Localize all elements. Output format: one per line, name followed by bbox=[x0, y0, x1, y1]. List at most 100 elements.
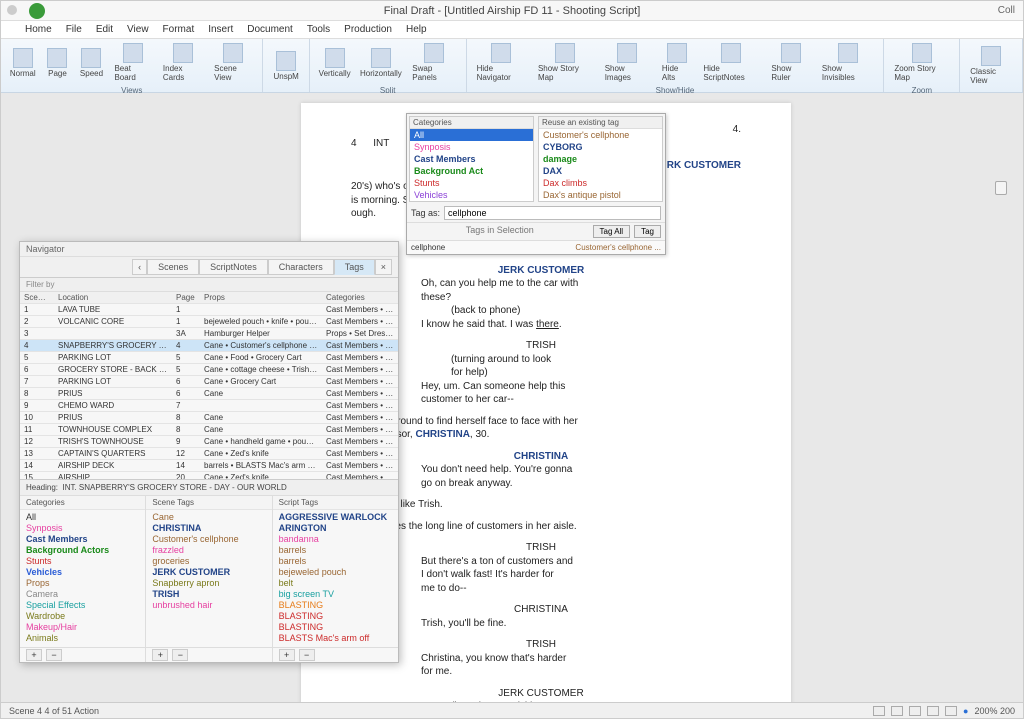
tag-item[interactable]: Vehicles bbox=[26, 566, 139, 577]
table-row[interactable]: 10PRIUS8CaneCast Members • Vehicles • Pr… bbox=[20, 412, 398, 424]
ribbon-zoom-story-map[interactable]: Zoom Story Map bbox=[890, 41, 953, 84]
table-row[interactable]: 1LAVA TUBE1Cast Members • Special Effect bbox=[20, 304, 398, 316]
tag-all-button[interactable]: Tag All bbox=[593, 225, 631, 238]
close-icon[interactable]: × bbox=[375, 259, 392, 275]
ribbon-page[interactable]: Page bbox=[42, 46, 72, 80]
ribbon-show-invisibles[interactable]: Show Invisibles bbox=[818, 41, 877, 84]
tag-item[interactable]: Snapberry apron bbox=[152, 577, 265, 588]
tag-item[interactable]: Stunts bbox=[26, 555, 139, 566]
tagger-panel[interactable]: Categories AllSynposisCast MembersBackgr… bbox=[406, 113, 666, 255]
tab-scriptnotes[interactable]: ScriptNotes bbox=[199, 259, 268, 275]
add-button[interactable]: + bbox=[26, 649, 42, 661]
ribbon-show-images[interactable]: Show Images bbox=[601, 41, 654, 84]
table-row[interactable]: 8PRIUS6CaneCast Members • Vehicles • Pro bbox=[20, 388, 398, 400]
column-header[interactable]: Categories bbox=[322, 292, 398, 303]
reuse-tag-item[interactable]: DAX bbox=[539, 165, 662, 177]
menu-home[interactable]: Home bbox=[25, 24, 52, 35]
add-button[interactable]: + bbox=[152, 649, 168, 661]
tag-item[interactable]: barrels bbox=[279, 555, 392, 566]
tag-item[interactable]: Makeup/Hair bbox=[26, 621, 139, 632]
tag-item[interactable]: JERK CUSTOMER bbox=[152, 566, 265, 577]
tag-item[interactable]: frazzled bbox=[152, 544, 265, 555]
column-header[interactable]: Page bbox=[172, 292, 200, 303]
column-header[interactable]: Scene # bbox=[20, 292, 54, 303]
ribbon-index-cards[interactable]: Index Cards bbox=[159, 41, 206, 84]
tag-item[interactable]: Props bbox=[26, 577, 139, 588]
remove-button[interactable]: − bbox=[299, 649, 315, 661]
ribbon-horizontally[interactable]: Horizontally bbox=[358, 46, 405, 80]
remove-button[interactable]: − bbox=[172, 649, 188, 661]
table-row[interactable]: 4SNAPBERRY'S GROCERY ST...4Cane • Custom… bbox=[20, 340, 398, 352]
categories-list[interactable]: AllSynposisCast MembersBackground ActStu… bbox=[410, 129, 533, 201]
table-row[interactable]: 6GROCERY STORE - BACK O...5Cane • cottag… bbox=[20, 364, 398, 376]
tag-item[interactable]: ARINGTON bbox=[279, 522, 392, 533]
ribbon-hide-scriptnotes[interactable]: Hide ScriptNotes bbox=[699, 41, 763, 84]
tag-item[interactable]: belt bbox=[279, 577, 392, 588]
tag-item[interactable]: Cast Members bbox=[26, 533, 139, 544]
tab-tags[interactable]: Tags bbox=[334, 259, 375, 275]
column-header[interactable]: Location bbox=[54, 292, 172, 303]
zoom-level[interactable]: 200% 200 bbox=[974, 706, 1015, 716]
tag-item[interactable]: groceries bbox=[152, 555, 265, 566]
table-row[interactable]: 5PARKING LOT5Cane • Food • Grocery CartC… bbox=[20, 352, 398, 364]
reuse-list[interactable]: Customer's cellphoneCYBORGdamageDAXDax c… bbox=[539, 129, 662, 201]
category-item[interactable]: All bbox=[410, 129, 533, 141]
table-row[interactable]: 33AHamburger HelperProps • Set Dressing … bbox=[20, 328, 398, 340]
view-button[interactable] bbox=[891, 706, 903, 716]
menu-help[interactable]: Help bbox=[406, 24, 427, 35]
view-button[interactable] bbox=[945, 706, 957, 716]
column-header[interactable]: Props bbox=[200, 292, 322, 303]
reuse-tag-item[interactable]: CYBORG bbox=[539, 141, 662, 153]
tag-item[interactable]: BLASTS Mac's arm off bbox=[279, 632, 392, 643]
tag-item[interactable]: BLASTING bbox=[279, 599, 392, 610]
tag-item[interactable]: Animals bbox=[26, 632, 139, 643]
navigator-panel[interactable]: Navigator ‹ScenesScriptNotesCharactersTa… bbox=[19, 241, 399, 663]
tag-item[interactable]: BLASTING bbox=[279, 621, 392, 632]
window-controls[interactable] bbox=[7, 5, 17, 15]
view-button[interactable] bbox=[909, 706, 921, 716]
filter-label[interactable]: Filter by bbox=[20, 278, 398, 292]
tag-item[interactable]: Special Effects bbox=[26, 599, 139, 610]
tag-item[interactable]: CHRISTINA bbox=[152, 522, 265, 533]
menu-format[interactable]: Format bbox=[163, 24, 195, 35]
ribbon-scene-view[interactable]: Scene View bbox=[210, 41, 256, 84]
category-item[interactable]: Synposis bbox=[410, 141, 533, 153]
remove-button[interactable]: − bbox=[46, 649, 62, 661]
table-row[interactable]: 7PARKING LOT6Cane • Grocery CartCast Mem… bbox=[20, 376, 398, 388]
ribbon-classic-view[interactable]: Classic View bbox=[966, 44, 1016, 87]
tag-item[interactable]: big screen TV bbox=[279, 588, 392, 599]
tag-item[interactable]: Wardrobe bbox=[26, 610, 139, 621]
tag-item[interactable]: bejeweled pouch bbox=[279, 566, 392, 577]
table-row[interactable]: 12TRISH'S TOWNHOUSE9Cane • handheld game… bbox=[20, 436, 398, 448]
add-button[interactable]: + bbox=[279, 649, 295, 661]
ribbon-hide-navigator[interactable]: Hide Navigator bbox=[473, 41, 530, 84]
reuse-tag-item[interactable]: Dax climbs bbox=[539, 177, 662, 189]
menu-tools[interactable]: Tools bbox=[307, 24, 330, 35]
reuse-tag-item[interactable]: damage bbox=[539, 153, 662, 165]
ribbon-unspm[interactable]: UnspM bbox=[269, 49, 302, 83]
ribbon-show-story-map[interactable]: Show Story Map bbox=[534, 41, 597, 84]
tag-item[interactable]: Cane bbox=[152, 511, 265, 522]
tag-button[interactable]: Tag bbox=[634, 225, 661, 238]
menu-insert[interactable]: Insert bbox=[208, 24, 233, 35]
tag-item[interactable]: All bbox=[26, 511, 139, 522]
tag-as-input[interactable] bbox=[444, 206, 661, 220]
tag-item[interactable]: AGGRESSIVE WARLOCK bbox=[279, 511, 392, 522]
menu-production[interactable]: Production bbox=[344, 24, 392, 35]
tag-item[interactable]: barrels bbox=[279, 544, 392, 555]
tag-item[interactable]: Customer's cellphone bbox=[152, 533, 265, 544]
table-row[interactable]: 14AIRSHIP DECK14barrels • BLASTS Mac's a… bbox=[20, 460, 398, 472]
lock-icon[interactable] bbox=[995, 181, 1007, 195]
ribbon-hide-alts[interactable]: Hide Alts bbox=[658, 41, 695, 84]
ribbon-speed[interactable]: Speed bbox=[76, 46, 106, 80]
table-row[interactable]: 13CAPTAIN'S QUARTERS12Cane • Zed's knife… bbox=[20, 448, 398, 460]
table-row[interactable]: 15AIRSHIP20Cane • Zed's knifeCast Member… bbox=[20, 472, 398, 480]
tag-item[interactable]: unbrushed hair bbox=[152, 599, 265, 610]
ribbon-normal[interactable]: Normal bbox=[7, 46, 38, 80]
table-row[interactable]: 2VOLCANIC CORE1bejeweled pouch • knife •… bbox=[20, 316, 398, 328]
tag-item[interactable]: Synposis bbox=[26, 522, 139, 533]
view-button[interactable] bbox=[927, 706, 939, 716]
ribbon-show-ruler[interactable]: Show Ruler bbox=[767, 41, 814, 84]
tag-item[interactable]: Camera bbox=[26, 588, 139, 599]
ribbon-beat-board[interactable]: Beat Board bbox=[110, 41, 154, 84]
